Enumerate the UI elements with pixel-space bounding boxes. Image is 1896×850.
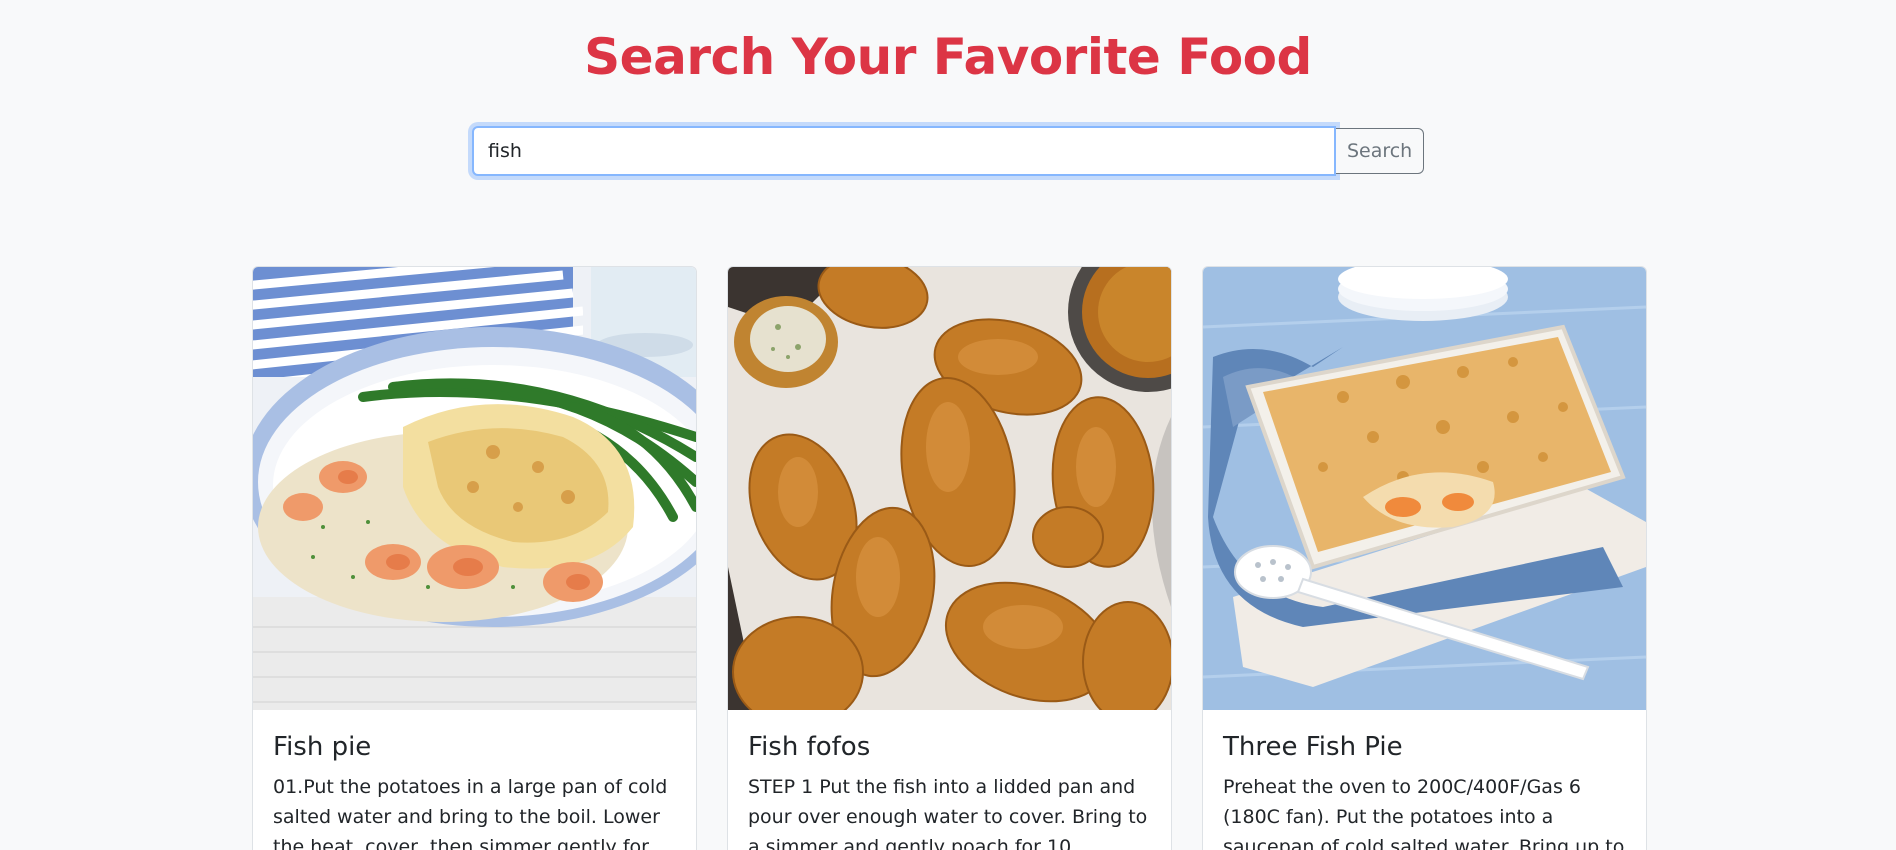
meal-card-body: Fish fofos STEP 1 Put the fish into a li…: [728, 732, 1171, 850]
meal-instructions: Preheat the oven to 200C/400F/Gas 6 (180…: [1223, 776, 1625, 850]
meal-card[interactable]: Three Fish Pie Preheat the oven to 200C/…: [1202, 266, 1647, 850]
search-button[interactable]: Search: [1336, 128, 1424, 174]
meal-instructions: 01.Put the potatoes in a large pan of co…: [273, 776, 668, 850]
meal-name: Fish pie: [273, 732, 372, 762]
meal-instructions: STEP 1 Put the fish into a lidded pan an…: [748, 776, 1148, 850]
meal-image: [728, 267, 1171, 710]
search-input[interactable]: [472, 126, 1337, 176]
search-bar: Search: [472, 126, 1424, 176]
meal-card-body: Three Fish Pie Preheat the oven to 200C/…: [1203, 732, 1646, 850]
meal-name: Fish fofos: [748, 732, 871, 762]
page-title: Search Your Favorite Food: [584, 28, 1312, 86]
meal-card-list: Fish pie 01.Put the potatoes in a large …: [252, 266, 1647, 850]
meal-card[interactable]: Fish pie 01.Put the potatoes in a large …: [252, 266, 697, 850]
page: Search Your Favorite Food Search: [0, 0, 1896, 850]
meal-card[interactable]: Fish fofos STEP 1 Put the fish into a li…: [727, 266, 1172, 850]
meal-card-body: Fish pie 01.Put the potatoes in a large …: [253, 732, 696, 850]
meal-image: [1203, 267, 1646, 710]
meal-image: [253, 267, 696, 710]
meal-name: Three Fish Pie: [1223, 732, 1403, 762]
